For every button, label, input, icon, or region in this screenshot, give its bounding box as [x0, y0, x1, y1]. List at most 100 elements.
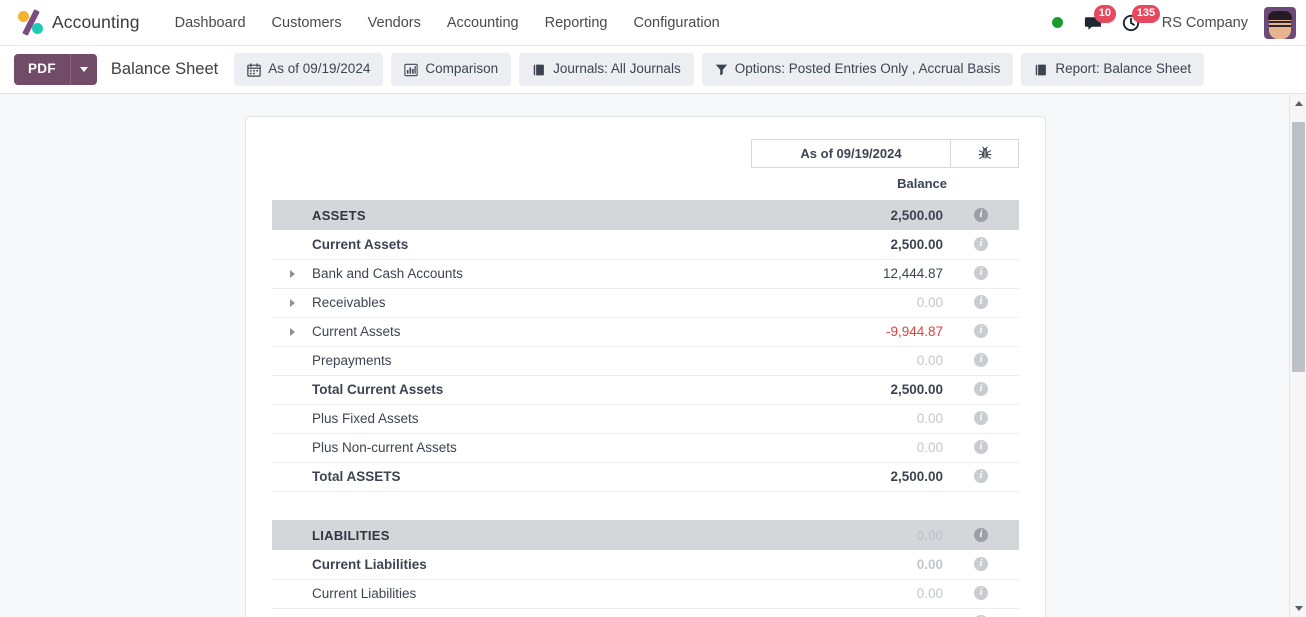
row-label: Payables	[312, 608, 793, 617]
row-info-cell[interactable]: i	[943, 346, 1019, 376]
row-info-cell[interactable]: i	[943, 579, 1019, 609]
row-label: Bank and Cash Accounts	[312, 259, 793, 289]
info-icon[interactable]: i	[974, 237, 988, 252]
table-row[interactable]: Total Current Assets 2,500.00 i	[272, 375, 1019, 405]
table-row[interactable]: Current Liabilities 0.00 i	[272, 579, 1019, 609]
info-icon[interactable]: i	[974, 411, 988, 426]
row-label: Current Liabilities	[312, 579, 793, 609]
navbar-systray: 10 135 RS Company	[1041, 0, 1296, 45]
table-row[interactable]: ASSETS 2,500.00 i	[272, 200, 1019, 230]
book-icon	[533, 64, 545, 75]
row-expand-cell[interactable]	[272, 608, 312, 617]
row-label: Total ASSETS	[312, 462, 793, 492]
chevron-right-icon[interactable]	[289, 298, 295, 307]
row-info-cell[interactable]: i	[943, 230, 1019, 260]
menu-item-customers[interactable]: Customers	[259, 9, 355, 37]
info-icon[interactable]: i	[974, 557, 988, 572]
chevron-right-icon[interactable]	[289, 327, 295, 336]
info-icon[interactable]: i	[974, 527, 988, 542]
menu-item-accounting[interactable]: Accounting	[434, 9, 532, 37]
avatar[interactable]	[1264, 6, 1296, 39]
presence-status[interactable]	[1041, 17, 1074, 28]
bug-icon	[978, 146, 991, 160]
row-expand-cell	[272, 462, 312, 492]
messages-button[interactable]: 10	[1074, 0, 1117, 45]
table-row[interactable]: Payables0.00i	[272, 608, 1019, 617]
row-info-cell[interactable]: i	[943, 375, 1019, 405]
row-info-cell[interactable]: i	[943, 404, 1019, 434]
row-expand-cell[interactable]	[272, 288, 312, 318]
company-switcher[interactable]: RS Company	[1150, 9, 1260, 37]
table-row[interactable]: Total ASSETS 2,500.00 i	[272, 462, 1019, 492]
spacer-cell	[272, 491, 1019, 520]
row-info-cell[interactable]: i	[943, 259, 1019, 289]
row-balance-value: 12,444.87	[793, 259, 943, 289]
row-balance-value: 2,500.00	[793, 375, 943, 405]
row-label: Current Liabilities	[312, 550, 793, 580]
table-row[interactable]: Prepayments 0.00 i	[272, 346, 1019, 376]
table-row[interactable]: Bank and Cash Accounts 12,444.87 i	[272, 259, 1019, 289]
row-info-cell[interactable]: i	[943, 520, 1019, 550]
scrollbar-thumb[interactable]	[1292, 122, 1305, 372]
info-icon[interactable]: i	[974, 353, 988, 368]
row-info-cell[interactable]: i	[943, 317, 1019, 347]
row-info-cell[interactable]: i	[943, 200, 1019, 230]
balance-sheet-table: ASSETS 2,500.00 i Current Assets 2,500.00 i Ba…	[272, 200, 1019, 617]
table-row[interactable]: Current Assets -9,944.87 i	[272, 317, 1019, 347]
info-icon[interactable]: i	[974, 324, 988, 339]
row-info-cell[interactable]: i	[943, 288, 1019, 318]
row-label: ASSETS	[312, 200, 793, 230]
report-filter-button[interactable]: Report: Balance Sheet	[1021, 53, 1205, 86]
audit-button[interactable]	[950, 140, 1018, 167]
pdf-dropdown-button[interactable]	[69, 53, 97, 86]
date-filter-button[interactable]: As of 09/19/2024	[234, 53, 384, 86]
journals-filter-label: Journals: All Journals	[553, 61, 681, 77]
row-expand-cell[interactable]	[272, 259, 312, 289]
app-brand[interactable]: Accounting	[12, 0, 146, 45]
table-row[interactable]: Current Assets 2,500.00 i	[272, 230, 1019, 260]
pdf-button[interactable]: PDF	[14, 53, 70, 86]
info-icon[interactable]: i	[974, 382, 988, 397]
info-icon[interactable]: i	[974, 586, 988, 601]
row-label: Plus Fixed Assets	[312, 404, 793, 434]
online-status-dot-icon	[1051, 17, 1063, 28]
activities-button[interactable]: 135	[1112, 0, 1161, 45]
row-label: Current Assets	[312, 317, 793, 347]
row-balance-value: 2,500.00	[793, 462, 943, 492]
menu-item-reporting[interactable]: Reporting	[532, 9, 621, 37]
row-balance-value: 0.00	[793, 579, 943, 609]
table-row[interactable]: LIABILITIES 0.00 i	[272, 520, 1019, 550]
row-info-cell[interactable]: i	[943, 550, 1019, 580]
info-icon[interactable]: i	[974, 469, 988, 484]
table-row[interactable]: Plus Fixed Assets 0.00 i	[272, 404, 1019, 434]
menu-item-configuration[interactable]: Configuration	[620, 9, 732, 37]
scroll-down-arrow-icon[interactable]	[1290, 600, 1306, 617]
info-icon[interactable]: i	[974, 440, 988, 455]
menu-item-dashboard[interactable]: Dashboard	[162, 9, 259, 37]
options-filter-button[interactable]: Options: Posted Entries Only , Accrual B…	[701, 53, 1014, 86]
vertical-scrollbar[interactable]	[1289, 95, 1306, 617]
info-icon[interactable]: i	[974, 266, 988, 281]
row-expand-cell	[272, 520, 312, 550]
row-info-cell[interactable]: i	[943, 608, 1019, 617]
row-info-cell[interactable]: i	[943, 433, 1019, 463]
pdf-export-group: PDF	[14, 53, 97, 86]
journals-filter-button[interactable]: Journals: All Journals	[519, 53, 694, 86]
menu-item-vendors[interactable]: Vendors	[355, 9, 434, 37]
chevron-right-icon[interactable]	[289, 269, 295, 278]
table-row[interactable]: Plus Non-current Assets 0.00 i	[272, 433, 1019, 463]
funnel-icon	[715, 64, 727, 76]
table-row[interactable]: Current Liabilities 0.00 i	[272, 550, 1019, 580]
table-row[interactable]: Receivables 0.00 i	[272, 288, 1019, 318]
row-label: Current Assets	[312, 230, 793, 260]
row-expand-cell[interactable]	[272, 317, 312, 347]
row-label: Prepayments	[312, 346, 793, 376]
comparison-filter-button[interactable]: Comparison	[391, 53, 512, 86]
row-expand-cell	[272, 375, 312, 405]
row-info-cell[interactable]: i	[943, 462, 1019, 492]
scroll-up-arrow-icon[interactable]	[1290, 95, 1306, 112]
main-menu: Dashboard Customers Vendors Accounting R…	[162, 0, 733, 45]
info-icon[interactable]: i	[974, 207, 988, 222]
info-icon[interactable]: i	[974, 295, 988, 310]
app-name: Accounting	[52, 12, 140, 32]
